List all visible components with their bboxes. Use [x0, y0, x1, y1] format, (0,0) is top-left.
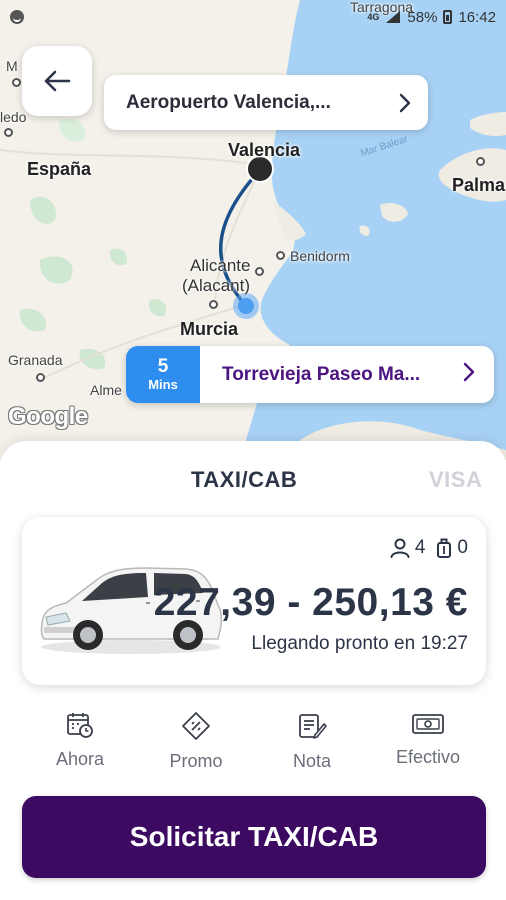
tab-visa[interactable]: VISA — [429, 467, 482, 493]
destination-label: Aeropuerto Valencia,... — [126, 91, 331, 113]
arrow-left-icon — [44, 70, 71, 92]
signal-icon — [386, 11, 401, 23]
map-label-palma: Palma — [452, 175, 506, 195]
origin-chevron — [462, 361, 494, 388]
map-label-m: M — [6, 58, 18, 74]
option-nota[interactable]: Nota — [254, 711, 370, 775]
map-label-almeria: Alme — [90, 382, 122, 398]
google-logo: Google — [8, 403, 88, 430]
cash-icon — [412, 714, 444, 734]
notification-icon — [10, 10, 24, 24]
map-dot-m — [12, 78, 21, 87]
status-right: 4G 58% 16:42 — [367, 9, 496, 26]
map-dot-murcia — [209, 300, 218, 309]
arrival-time: Llegando pronto en 19:27 — [251, 633, 468, 654]
clock: 16:42 — [458, 8, 496, 26]
map-dot-granada — [36, 373, 45, 382]
map-dot-benidorm — [276, 251, 285, 260]
origin-chip[interactable]: 5 Mins Torrevieja Paseo Ma... — [126, 346, 494, 403]
option-label: Ahora — [55, 749, 105, 769]
request-ride-button[interactable]: Solicitar TAXI/CAB — [22, 796, 486, 878]
chevron-right-icon — [399, 93, 411, 112]
map-label-espana: España — [27, 159, 92, 179]
map-label-alicante: Alicante — [190, 256, 251, 275]
map-label-murcia: Murcia — [180, 319, 239, 339]
origin-marker — [238, 298, 254, 314]
map-dot-palma — [476, 157, 485, 166]
map-dot-alicante — [255, 267, 264, 276]
eta-unit: Mins — [148, 377, 178, 393]
eta-value: 5 — [157, 355, 169, 377]
option-label: Nota — [292, 751, 332, 771]
back-button[interactable] — [22, 46, 92, 116]
option-promo[interactable]: Promo — [138, 711, 254, 775]
origin-label: Torrevieja Paseo Ma... — [222, 363, 421, 385]
price-range: 227,39 - 250,13 € — [153, 581, 468, 624]
battery-icon — [443, 10, 453, 24]
note-edit-icon — [299, 714, 327, 739]
network-type: 4G — [367, 11, 380, 22]
tab-taxi-cab[interactable]: TAXI/CAB — [191, 467, 297, 493]
vehicle-capacity: 4 0 — [389, 537, 468, 559]
calendar-clock-icon — [67, 713, 93, 738]
option-ahora[interactable]: Ahora — [22, 711, 138, 775]
passenger-count: 4 — [414, 537, 426, 558]
ride-options: Ahora Promo Nota Efectivo — [22, 711, 486, 775]
map-label-alacant: (Alacant) — [182, 276, 251, 295]
promo-tag-icon — [182, 712, 210, 740]
payment-tabs: TAXI/CAB VISA — [0, 467, 506, 497]
map-label-valencia: Valencia — [228, 140, 301, 160]
battery-percentage: 58% — [407, 8, 438, 26]
map-dot-ledo — [4, 128, 13, 137]
map-label-granada: Granada — [8, 352, 63, 368]
option-label: Efectivo — [395, 747, 461, 767]
luggage-count: 0 — [457, 537, 468, 558]
eta-badge: 5 Mins — [126, 346, 200, 403]
person-icon — [390, 538, 410, 558]
status-bar: 4G 58% 16:42 — [0, 0, 506, 34]
option-efectivo[interactable]: Efectivo — [370, 711, 486, 775]
luggage-icon — [437, 538, 452, 558]
bottom-sheet: TAXI/CAB VISA 4 0 227,39 - 250,13 € Lleg… — [0, 441, 506, 900]
map-label-ledo: ledo — [0, 109, 27, 125]
chevron-right-icon — [463, 362, 475, 382]
map-label-benidorm: Benidorm — [290, 248, 350, 264]
option-label: Promo — [169, 751, 223, 771]
destination-chip[interactable]: Aeropuerto Valencia,... — [104, 75, 428, 130]
vehicle-card[interactable]: 4 0 227,39 - 250,13 € Llegando pronto en… — [22, 517, 486, 685]
